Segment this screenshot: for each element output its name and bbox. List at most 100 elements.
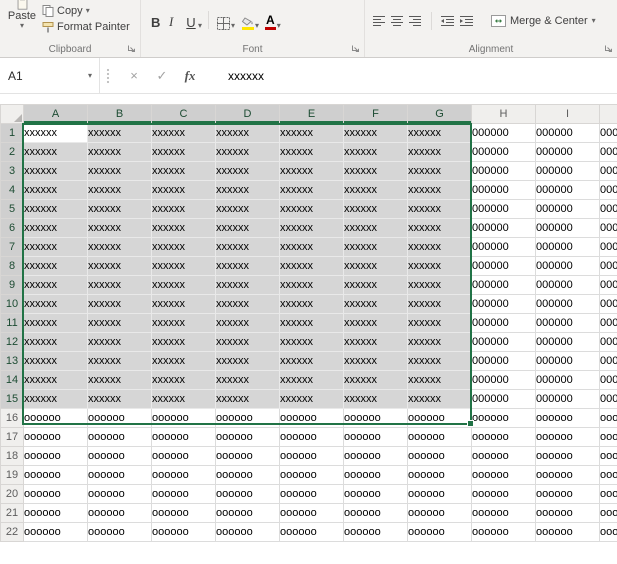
column-header-A[interactable]: A [24,105,88,124]
cell-D3[interactable]: xxxxxx [216,162,280,181]
cell-E1[interactable]: xxxxxx [280,124,344,143]
cell-D7[interactable]: xxxxxx [216,238,280,257]
cell-partial11[interactable]: 000000 [600,314,617,333]
selection-fill-handle[interactable] [467,420,474,427]
cell-I12[interactable]: 000000 [536,333,600,352]
cell-I2[interactable]: 000000 [536,143,600,162]
cell-G13[interactable]: xxxxxx [408,352,472,371]
fill-color-button[interactable]: ▾ [239,17,261,30]
cell-A2[interactable]: xxxxxx [24,143,88,162]
cell-D20[interactable]: oooooo [216,485,280,504]
column-header-D[interactable]: D [216,105,280,124]
row-header-13[interactable]: 13 [1,352,24,371]
cell-F20[interactable]: oooooo [344,485,408,504]
cell-A17[interactable]: oooooo [24,428,88,447]
row-header-18[interactable]: 18 [1,447,24,466]
cell-partial13[interactable]: 000000 [600,352,617,371]
cell-H4[interactable]: 000000 [472,181,536,200]
cell-B21[interactable]: oooooo [88,504,152,523]
cell-B11[interactable]: xxxxxx [88,314,152,333]
cell-F17[interactable]: oooooo [344,428,408,447]
cell-partial19[interactable]: oooooo [600,466,617,485]
borders-button[interactable]: ▾ [215,17,237,30]
cell-G19[interactable]: oooooo [408,466,472,485]
cell-A18[interactable]: oooooo [24,447,88,466]
cell-F15[interactable]: xxxxxx [344,390,408,409]
cell-D22[interactable]: oooooo [216,523,280,542]
row-header-3[interactable]: 3 [1,162,24,181]
cell-I9[interactable]: 000000 [536,276,600,295]
cell-A20[interactable]: oooooo [24,485,88,504]
cell-H18[interactable]: oooooo [472,447,536,466]
cell-D14[interactable]: xxxxxx [216,371,280,390]
cell-E3[interactable]: xxxxxx [280,162,344,181]
cell-C10[interactable]: xxxxxx [152,295,216,314]
cell-G10[interactable]: xxxxxx [408,295,472,314]
cell-E20[interactable]: oooooo [280,485,344,504]
cell-E7[interactable]: xxxxxx [280,238,344,257]
cell-H8[interactable]: 000000 [472,257,536,276]
cell-A3[interactable]: xxxxxx [24,162,88,181]
cell-C14[interactable]: xxxxxx [152,371,216,390]
cell-A12[interactable]: xxxxxx [24,333,88,352]
cell-B5[interactable]: xxxxxx [88,200,152,219]
cell-partial7[interactable]: 000000 [600,238,617,257]
row-header-22[interactable]: 22 [1,523,24,542]
row-header-8[interactable]: 8 [1,257,24,276]
cell-I18[interactable]: oooooo [536,447,600,466]
cell-partial12[interactable]: 000000 [600,333,617,352]
cell-E2[interactable]: xxxxxx [280,143,344,162]
cell-E17[interactable]: oooooo [280,428,344,447]
cell-A19[interactable]: oooooo [24,466,88,485]
align-center-button[interactable] [391,15,404,27]
cell-E11[interactable]: xxxxxx [280,314,344,333]
cell-F21[interactable]: oooooo [344,504,408,523]
cell-I13[interactable]: 000000 [536,352,600,371]
cell-F3[interactable]: xxxxxx [344,162,408,181]
cell-I22[interactable]: oooooo [536,523,600,542]
cell-G1[interactable]: xxxxxx [408,124,472,143]
cell-D12[interactable]: xxxxxx [216,333,280,352]
row-header-1[interactable]: 1 [1,124,24,143]
cell-I14[interactable]: 000000 [536,371,600,390]
cell-partial8[interactable]: 000000 [600,257,617,276]
underline-button[interactable]: U ▾ [184,15,202,30]
cell-G6[interactable]: xxxxxx [408,219,472,238]
cell-B9[interactable]: xxxxxx [88,276,152,295]
cell-G3[interactable]: xxxxxx [408,162,472,181]
cell-G14[interactable]: xxxxxx [408,371,472,390]
cell-B6[interactable]: xxxxxx [88,219,152,238]
cell-H21[interactable]: oooooo [472,504,536,523]
cell-D1[interactable]: xxxxxx [216,124,280,143]
cell-E16[interactable]: oooooo [280,409,344,428]
cell-G17[interactable]: oooooo [408,428,472,447]
row-header-11[interactable]: 11 [1,314,24,333]
cell-F1[interactable]: xxxxxx [344,124,408,143]
cell-B4[interactable]: xxxxxx [88,181,152,200]
cell-partial9[interactable]: 000000 [600,276,617,295]
cell-H14[interactable]: 000000 [472,371,536,390]
cell-B20[interactable]: oooooo [88,485,152,504]
cell-I4[interactable]: 000000 [536,181,600,200]
cell-D11[interactable]: xxxxxx [216,314,280,333]
cell-A7[interactable]: xxxxxx [24,238,88,257]
row-header-2[interactable]: 2 [1,143,24,162]
font-color-button[interactable]: A ▾ [263,14,283,30]
cell-G15[interactable]: xxxxxx [408,390,472,409]
cell-H5[interactable]: 000000 [472,200,536,219]
cell-H6[interactable]: 000000 [472,219,536,238]
cell-F9[interactable]: xxxxxx [344,276,408,295]
cell-H12[interactable]: 000000 [472,333,536,352]
cell-partial2[interactable]: 000000 [600,143,617,162]
cell-B12[interactable]: xxxxxx [88,333,152,352]
cell-partial15[interactable]: 000000 [600,390,617,409]
name-box[interactable]: A1 ▾ [0,58,100,93]
row-header-15[interactable]: 15 [1,390,24,409]
cell-D9[interactable]: xxxxxx [216,276,280,295]
column-header-partial[interactable] [600,105,617,124]
cell-E9[interactable]: xxxxxx [280,276,344,295]
cell-A4[interactable]: xxxxxx [24,181,88,200]
cell-B10[interactable]: xxxxxx [88,295,152,314]
cell-C22[interactable]: oooooo [152,523,216,542]
cell-B19[interactable]: oooooo [88,466,152,485]
